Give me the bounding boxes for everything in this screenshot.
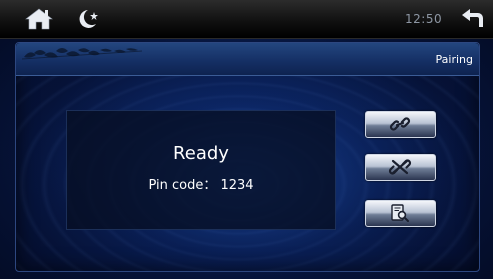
screen: 12:50 Pairing Ready Pin code： 1234	[0, 0, 493, 279]
panel-title: Pairing	[435, 53, 473, 66]
top-bar: 12:50	[0, 0, 493, 39]
home-button[interactable]	[22, 6, 56, 32]
moon-star-icon	[79, 10, 98, 28]
search-device-button[interactable]	[365, 200, 436, 227]
unlink-icon	[388, 159, 412, 175]
home-icon	[25, 8, 53, 30]
connect-button[interactable]	[365, 111, 436, 138]
search-device-icon	[391, 204, 409, 222]
night-mode-button[interactable]	[72, 6, 102, 32]
disconnect-button[interactable]	[365, 154, 436, 181]
status-display: Ready Pin code： 1234	[66, 110, 336, 230]
leaf-decoration	[22, 48, 142, 60]
pin-code-text: Pin code： 1234	[148, 178, 254, 193]
panel-header: Pairing	[16, 43, 479, 76]
back-button[interactable]	[457, 6, 489, 32]
pairing-panel: Pairing Ready Pin code： 1234	[15, 42, 480, 272]
status-text: Ready	[173, 143, 229, 164]
clock: 12:50	[405, 12, 443, 26]
link-icon	[389, 117, 411, 131]
back-arrow-icon	[462, 9, 483, 27]
